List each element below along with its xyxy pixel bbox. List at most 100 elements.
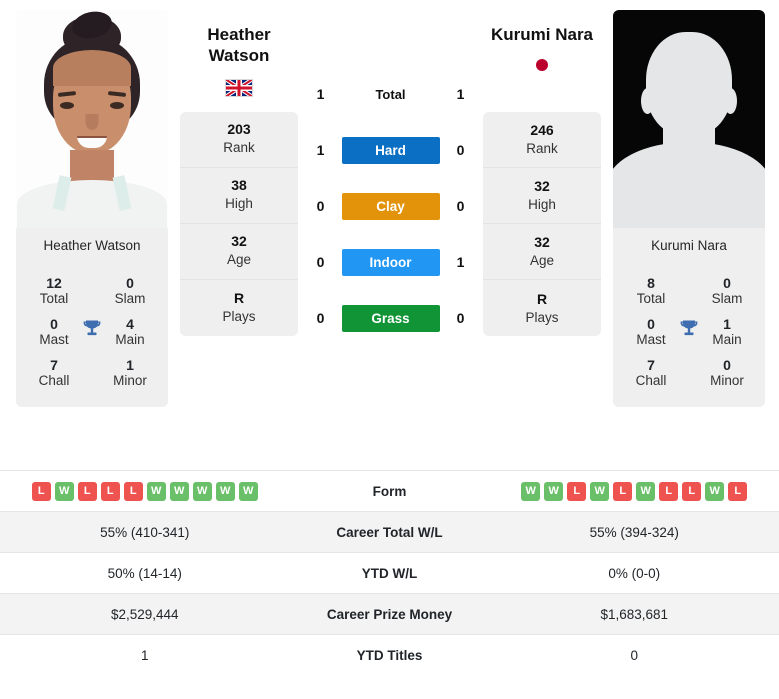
- form-badge-right-0[interactable]: W: [521, 481, 541, 501]
- table-row: $2,529,444 Career Prize Money $1,683,681: [0, 593, 779, 634]
- h2h-hard-mid: Hard: [341, 136, 440, 164]
- portrait-face-shadow: [53, 50, 131, 86]
- form-badge-left-4[interactable]: L: [123, 481, 143, 501]
- form-badge-left-8[interactable]: W: [215, 481, 235, 501]
- titles-chall-left: 7 Chall: [16, 352, 92, 393]
- titles-slam-right: 0 Slam: [689, 270, 765, 311]
- row-label-ytd-wl: YTD W/L: [361, 565, 418, 581]
- career-prize-money-right: $1,683,681: [600, 606, 669, 622]
- titles-minor-label-right: Minor: [710, 373, 744, 388]
- stat-plays-left: R Plays: [180, 280, 298, 336]
- silhouette-ear-left: [641, 88, 654, 114]
- portrait-shoulders: [17, 180, 167, 228]
- portrait-eye-right: [110, 102, 124, 109]
- comparison-header: Heather Watson 12 Total 0 Slam 0 Mast 4 …: [0, 0, 779, 470]
- titles-grid-left: 12 Total 0 Slam 0 Mast 4 Main 7 Chall 1 …: [16, 264, 168, 407]
- form-badge-left-0[interactable]: L: [31, 481, 51, 501]
- form-badge-left-3[interactable]: L: [100, 481, 120, 501]
- surface-badge-grass[interactable]: Grass: [341, 304, 440, 332]
- form-badge-left-6[interactable]: W: [169, 481, 189, 501]
- row-label-form: Form: [372, 483, 407, 499]
- surface-badge-clay[interactable]: Clay: [341, 192, 440, 220]
- h2h-grass-left: 0: [316, 310, 325, 326]
- stat-plays-value-right: R: [536, 290, 548, 307]
- form-badge-right-8[interactable]: W: [705, 481, 725, 501]
- form-badge-left-7[interactable]: W: [192, 481, 212, 501]
- player-photo-caption-right: Kurumi Nara: [613, 228, 765, 264]
- stat-plays-value-left: R: [233, 289, 245, 306]
- stat-high-label-right: High: [528, 197, 556, 213]
- table-row: 1 YTD Titles 0: [0, 634, 779, 675]
- titles-slam-value-left: 0: [126, 275, 134, 291]
- stat-rank-label-right: Rank: [526, 141, 558, 157]
- player-photo-caption-left: Heather Watson: [16, 228, 168, 264]
- player-name-left-line1: Heather: [207, 25, 271, 44]
- titles-minor-left: 1 Minor: [92, 352, 168, 393]
- h2h-clay-left: 0: [316, 198, 325, 214]
- table-row: 55% (410-341) Career Total W/L 55% (394-…: [0, 511, 779, 552]
- titles-chall-label-left: Chall: [38, 373, 70, 388]
- form-cell-left: LWLLLWWWWW: [0, 481, 290, 501]
- player-name-left[interactable]: Heather Watson: [207, 24, 270, 67]
- stat-age-left: 32 Age: [180, 224, 298, 280]
- form-badge-left-2[interactable]: L: [77, 481, 97, 501]
- h2h-hard-right: 0: [456, 142, 465, 158]
- titles-chall-value-right: 7: [647, 357, 655, 373]
- stat-rank-right: 246 Rank: [483, 112, 601, 169]
- row-label-ytd-titles: YTD Titles: [356, 647, 423, 663]
- stat-high-value-right: 32: [534, 178, 550, 195]
- stat-plays-right: R Plays: [483, 280, 601, 336]
- h2h-total-label: Total: [375, 86, 406, 102]
- form-cell-right: WWLWLWLLWL: [490, 481, 779, 501]
- h2h-row-grass: 0 Grass 0: [298, 290, 483, 346]
- form-badge-right-3[interactable]: W: [590, 481, 610, 501]
- career-total-wl-right: 55% (394-324): [589, 524, 679, 540]
- titles-chall-value-left: 7: [50, 357, 58, 373]
- form-badge-right-4[interactable]: L: [613, 481, 633, 501]
- form-badge-right-2[interactable]: L: [567, 481, 587, 501]
- form-badge-right-7[interactable]: L: [682, 481, 702, 501]
- h2h-grass-mid: Grass: [341, 304, 440, 332]
- form-badge-left-9[interactable]: W: [238, 481, 258, 501]
- form-strip-right: WWLWLWLLWL: [521, 481, 748, 501]
- player-stack-right: Kurumi Nara 246 Rank 32 High 32 Age R Pl…: [483, 10, 601, 337]
- titles-minor-right: 0 Minor: [689, 352, 765, 393]
- titles-slam-value-right: 0: [723, 275, 731, 291]
- player-name-right[interactable]: Kurumi Nara: [491, 24, 593, 45]
- trophy-icon: [677, 317, 701, 346]
- surface-badge-indoor[interactable]: Indoor: [341, 248, 440, 276]
- h2h-row-indoor: 0 Indoor 1: [298, 234, 483, 290]
- titles-slam-label-right: Slam: [711, 291, 743, 306]
- titles-total-label-left: Total: [39, 291, 69, 306]
- titles-total-value-right: 8: [647, 275, 655, 291]
- head-to-head-column: 1 Total 1 1 Hard 0 0 Clay 0 0 Indoor 1 0…: [298, 10, 483, 346]
- titles-mast-left: 0 Mast: [16, 311, 101, 352]
- titles-total-right: 8 Total: [613, 270, 689, 311]
- player-photo-card-right[interactable]: Kurumi Nara 8 Total 0 Slam 0 Mast 1 Main…: [613, 10, 765, 407]
- titles-grid-right: 8 Total 0 Slam 0 Mast 1 Main 7 Chall 0 M…: [613, 264, 765, 407]
- form-badge-left-1[interactable]: W: [54, 481, 74, 501]
- h2h-indoor-left: 0: [316, 254, 325, 270]
- titles-total-value-left: 12: [46, 275, 62, 291]
- player-flag-left-wrap: [225, 78, 253, 98]
- form-badge-right-5[interactable]: W: [636, 481, 656, 501]
- stat-age-value-left: 32: [231, 233, 247, 250]
- h2h-row-clay: 0 Clay 0: [298, 178, 483, 234]
- ytd-wl-right: 0% (0-0): [608, 565, 661, 581]
- player-photo-right: [613, 10, 765, 228]
- form-badge-right-6[interactable]: L: [659, 481, 679, 501]
- player-flag-right-wrap: [528, 55, 556, 75]
- player-comparison-page: Heather Watson 12 Total 0 Slam 0 Mast 4 …: [0, 0, 779, 699]
- surface-badge-hard[interactable]: Hard: [341, 136, 440, 164]
- stat-rank-value-right: 246: [530, 122, 554, 139]
- stat-rank-left: 203 Rank: [180, 112, 298, 168]
- form-badge-right-1[interactable]: W: [544, 481, 564, 501]
- player-photo-left: [16, 10, 168, 228]
- stat-plays-label-right: Plays: [525, 309, 559, 325]
- player-stack-left: Heather Watson 203 Rank 38 High 32 Age R…: [180, 10, 298, 336]
- player-photo-card-left[interactable]: Heather Watson 12 Total 0 Slam 0 Mast 4 …: [16, 10, 168, 407]
- form-badge-right-9[interactable]: L: [728, 481, 748, 501]
- titles-total-left: 12 Total: [16, 270, 92, 311]
- form-badge-left-5[interactable]: W: [146, 481, 166, 501]
- stat-high-right: 32 High: [483, 168, 601, 225]
